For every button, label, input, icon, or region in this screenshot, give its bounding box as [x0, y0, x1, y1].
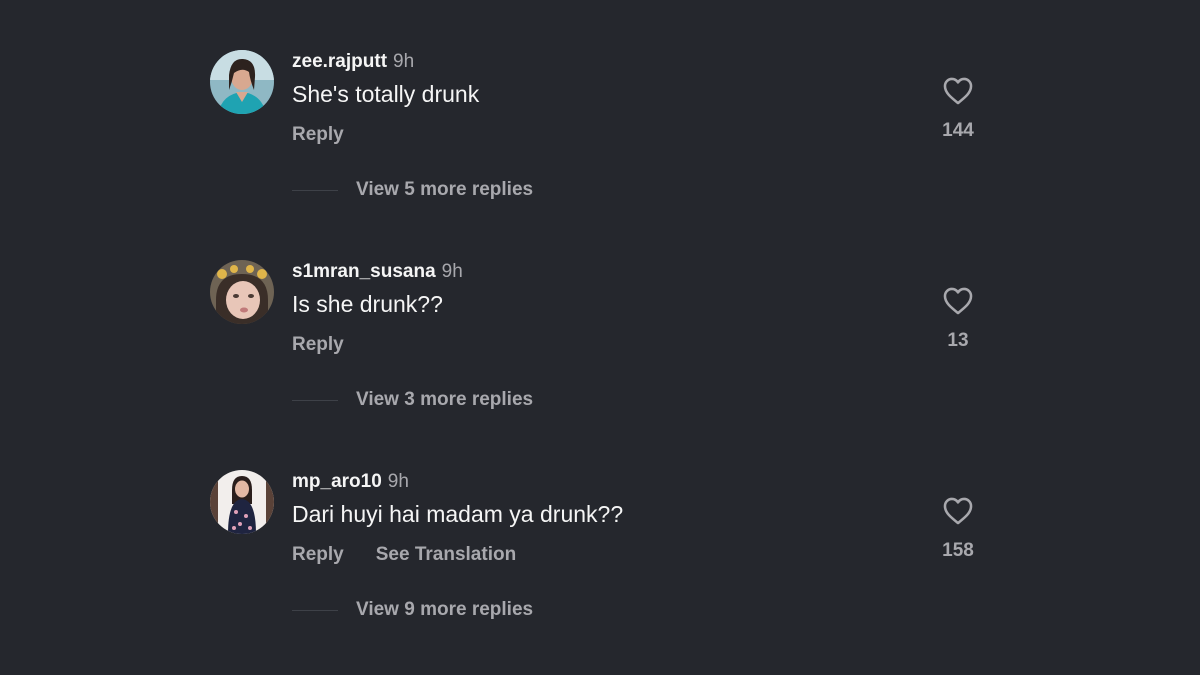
comment-timestamp: 9h	[441, 261, 463, 282]
like-area: 158	[918, 494, 998, 562]
comment-username[interactable]: s1mran_susana	[292, 261, 436, 282]
view-replies-label: View 9 more replies	[356, 599, 534, 620]
like-count: 13	[947, 330, 969, 351]
like-area: 13	[918, 284, 998, 352]
comment-list: zee.rajputt 9h She's totally drunk Reply …	[0, 0, 1200, 675]
view-replies-button[interactable]: View 3 more replies	[292, 386, 533, 414]
heart-outline-icon[interactable]	[941, 494, 975, 528]
comment-actions: Reply	[292, 123, 344, 147]
like-area: 144	[918, 74, 998, 142]
comment-actions: Reply See Translation	[292, 543, 516, 567]
comment-item: zee.rajputt 9h She's totally drunk Reply …	[208, 48, 988, 228]
like-count: 158	[942, 540, 974, 561]
reply-thread-line	[292, 609, 338, 611]
view-replies-label: View 5 more replies	[356, 179, 534, 200]
reply-button[interactable]: Reply	[292, 544, 344, 565]
avatar-image	[210, 260, 274, 324]
comment-timestamp: 9h	[387, 471, 409, 492]
comment-header: mp_aro10 9h	[292, 470, 409, 494]
comment-header: s1mran_susana 9h	[292, 260, 463, 284]
like-count: 144	[942, 120, 974, 141]
comment-username[interactable]: mp_aro10	[292, 471, 382, 492]
comment-item: s1mran_susana 9h Is she drunk?? Reply 13 …	[208, 258, 988, 438]
view-replies-button[interactable]: View 5 more replies	[292, 176, 533, 204]
avatar[interactable]	[210, 50, 274, 114]
avatar-image	[210, 50, 274, 114]
avatar-image	[210, 470, 274, 534]
comment-item: mp_aro10 9h Dari huyi hai madam ya drunk?…	[208, 468, 988, 648]
reply-thread-line	[292, 399, 338, 401]
see-translation-button[interactable]: See Translation	[376, 544, 516, 565]
heart-outline-icon[interactable]	[941, 284, 975, 318]
comment-text: Is she drunk??	[292, 291, 443, 317]
reply-button[interactable]: Reply	[292, 124, 344, 145]
view-replies-button[interactable]: View 9 more replies	[292, 596, 533, 624]
comment-actions: Reply	[292, 333, 344, 357]
reply-thread-line	[292, 189, 338, 191]
comment-header: zee.rajputt 9h	[292, 50, 414, 74]
view-replies-label: View 3 more replies	[356, 389, 534, 410]
comment-text: She's totally drunk	[292, 81, 480, 107]
heart-outline-icon[interactable]	[941, 74, 975, 108]
reply-button[interactable]: Reply	[292, 334, 344, 355]
comment-text: Dari huyi hai madam ya drunk??	[292, 501, 624, 527]
avatar[interactable]	[210, 470, 274, 534]
comment-timestamp: 9h	[393, 51, 415, 72]
avatar[interactable]	[210, 260, 274, 324]
comment-username[interactable]: zee.rajputt	[292, 51, 387, 72]
